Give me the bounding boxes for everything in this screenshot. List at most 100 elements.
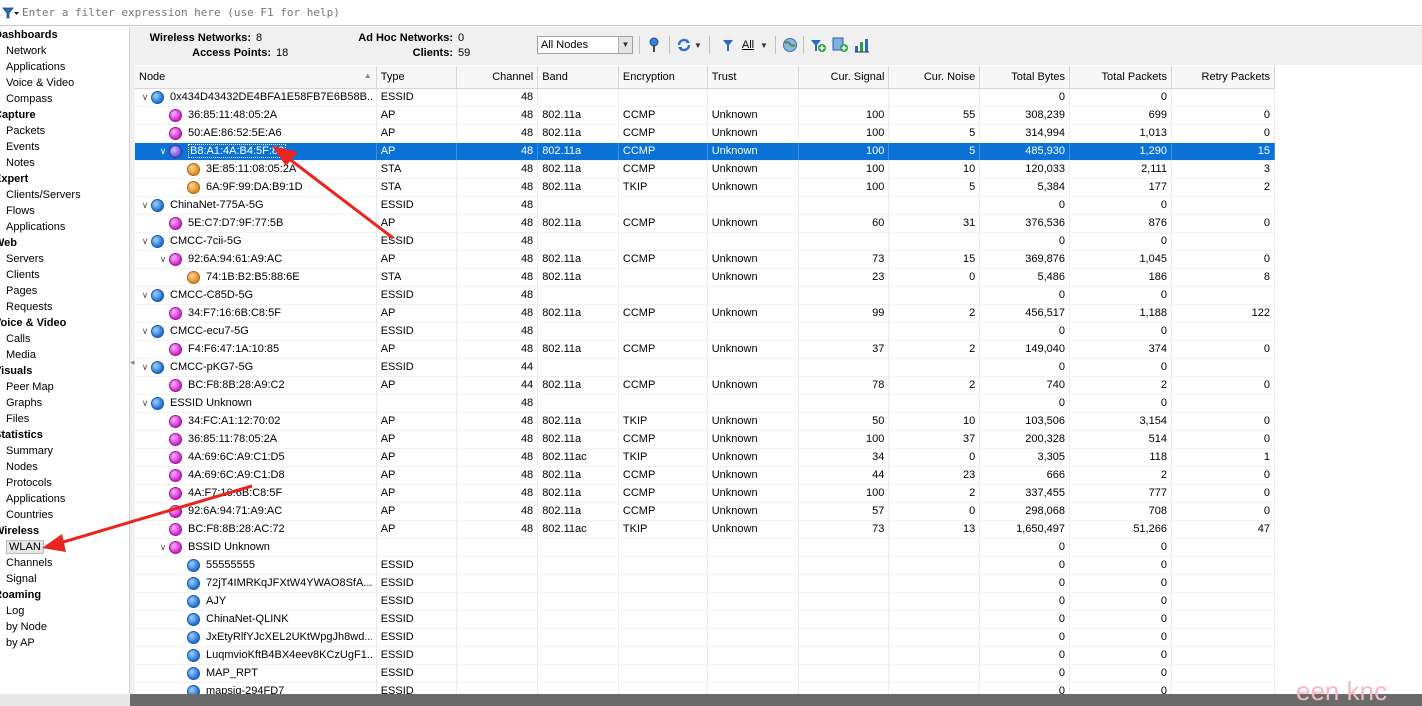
column-header-channel[interactable]: Channel bbox=[456, 66, 539, 89]
table-row[interactable]: 3E:85:11:08:05:2A STA 48 802.11a CCMP Unknown… bbox=[135, 160, 1276, 179]
table-row[interactable]: F4:F6:47:1A:10:85 AP 48 802.11a CCMP Unknown 3… bbox=[135, 340, 1276, 359]
table-row[interactable]: 4A:F7:16:6B:C8:5F AP 48 802.11a CCMP Unknown 1… bbox=[135, 484, 1276, 503]
table-row[interactable]: JxEtyRlfYJcXEL2UKtWpgJh8wd... ESSID 0 0 bbox=[135, 628, 1276, 647]
add-node-icon[interactable] bbox=[831, 35, 849, 55]
column-header-encryption[interactable]: Encryption bbox=[618, 66, 708, 89]
table-row[interactable]: 72jT4IMRKqJFXtW4YWAO8SfA... ESSID 0 0 bbox=[135, 574, 1276, 593]
table-row[interactable]: 4A:69:6C:A9:C1:D5 AP 48 802.11ac TKIP Unknown… bbox=[135, 448, 1276, 467]
column-header-total-bytes[interactable]: Total Bytes bbox=[979, 66, 1071, 89]
column-header-total-packets[interactable]: Total Packets bbox=[1069, 66, 1172, 89]
globe-icon[interactable] bbox=[781, 35, 799, 55]
sidebar-item-wlan[interactable]: WLAN bbox=[0, 539, 129, 555]
sidebar-item-requests[interactable]: Requests bbox=[0, 299, 129, 315]
sidebar-item-voice-video[interactable]: Voice & Video bbox=[0, 75, 129, 91]
table-row[interactable]: ∨ B8:A1:4A:B4:5F:82 AP 48 802.11a CCMP Unknown… bbox=[135, 142, 1276, 161]
sidebar-item-applications[interactable]: Applications bbox=[0, 491, 129, 507]
table-row[interactable]: 5E:C7:D7:9F:77:5B AP 48 802.11a CCMP Unknown 6… bbox=[135, 214, 1276, 233]
sidebar-item-servers[interactable]: Servers bbox=[0, 251, 129, 267]
sidebar-item-notes[interactable]: Notes bbox=[0, 155, 129, 171]
sidebar-section-header[interactable]: Visuals bbox=[0, 363, 129, 379]
chevron-down-icon[interactable]: ∨ bbox=[157, 542, 169, 553]
sidebar-section-header[interactable]: Expert bbox=[0, 171, 129, 187]
sidebar-item-protocols[interactable]: Protocols bbox=[0, 475, 129, 491]
sidebar-item-clients[interactable]: Clients bbox=[0, 267, 129, 283]
chevron-down-icon[interactable]: ▼ bbox=[618, 37, 632, 53]
add-filter-icon[interactable] bbox=[809, 35, 827, 55]
sidebar-item-clients-servers[interactable]: Clients/Servers bbox=[0, 187, 129, 203]
refresh-icon[interactable] bbox=[675, 35, 693, 55]
chevron-down-icon[interactable]: ∨ bbox=[139, 200, 151, 211]
table-row[interactable]: ∨ ESSID Unknown 48 0 0 bbox=[135, 394, 1276, 413]
filter-funnel-icon[interactable] bbox=[0, 1, 22, 25]
sidebar-item-network[interactable]: Network bbox=[0, 43, 129, 59]
table-row[interactable]: 4A:69:6C:A9:C1:D8 AP 48 802.11a CCMP Unknown 4… bbox=[135, 466, 1276, 485]
table-row[interactable]: ∨ BSSID Unknown 0 0 bbox=[135, 538, 1276, 557]
sidebar-item-signal[interactable]: Signal bbox=[0, 571, 129, 587]
sidebar-section-header[interactable]: Statistics bbox=[0, 427, 129, 443]
sidebar-item-graphs[interactable]: Graphs bbox=[0, 395, 129, 411]
node-filter-select[interactable]: All Nodes ▼ bbox=[537, 36, 633, 54]
chevron-down-icon[interactable]: ▼ bbox=[693, 35, 703, 55]
chevron-down-icon[interactable]: ∨ bbox=[139, 362, 151, 373]
sidebar-item-calls[interactable]: Calls bbox=[0, 331, 129, 347]
sidebar-item-compass[interactable]: Compass bbox=[0, 91, 129, 107]
table-row[interactable]: ∨ CMCC-7cii-5G ESSID 48 0 0 bbox=[135, 232, 1276, 251]
table-row[interactable]: 55555555 ESSID 0 0 bbox=[135, 556, 1276, 575]
table-row[interactable]: ∨ 0x434D43432DE4BFA1E58FB7E6B58B... ESSID 4… bbox=[135, 88, 1276, 107]
sidebar-item-by-node[interactable]: by Node bbox=[0, 619, 129, 635]
table-row[interactable]: 36:85:11:78:05:2A AP 48 802.11a CCMP Unknown 1… bbox=[135, 430, 1276, 449]
table-row[interactable]: AJY ESSID 0 0 bbox=[135, 592, 1276, 611]
chevron-down-icon[interactable]: ▼ bbox=[759, 35, 769, 55]
table-row[interactable]: ∨ CMCC-ecu7-5G ESSID 48 0 0 bbox=[135, 322, 1276, 341]
sidebar-section-header[interactable]: Capture bbox=[0, 107, 129, 123]
sidebar-item-channels[interactable]: Channels bbox=[0, 555, 129, 571]
column-header-trust[interactable]: Trust bbox=[707, 66, 799, 89]
chevron-down-icon[interactable]: ∨ bbox=[157, 254, 169, 265]
sidebar-section-header[interactable]: Dashboards bbox=[0, 27, 129, 43]
sidebar-item-by-ap[interactable]: by AP bbox=[0, 635, 129, 651]
chevron-down-icon[interactable]: ∨ bbox=[157, 146, 169, 157]
column-header-cur-noise[interactable]: Cur. Noise bbox=[888, 66, 981, 89]
sidebar-section-header[interactable]: Voice & Video bbox=[0, 315, 129, 331]
filter-all-button[interactable]: All bbox=[736, 35, 760, 55]
table-row[interactable]: mapsig-294FD7 ESSID 0 0 bbox=[135, 682, 1276, 694]
sidebar-item-applications[interactable]: Applications bbox=[0, 59, 129, 75]
table-row[interactable]: 92:6A:94:71:A9:AC AP 48 802.11a CCMP Unknown 5… bbox=[135, 502, 1276, 521]
sidebar-item-pages[interactable]: Pages bbox=[0, 283, 129, 299]
sidebar-item-packets[interactable]: Packets bbox=[0, 123, 129, 139]
column-header-type[interactable]: Type bbox=[376, 66, 458, 89]
chart-icon[interactable] bbox=[853, 35, 871, 55]
sidebar-item-log[interactable]: Log bbox=[0, 603, 129, 619]
table-row[interactable]: LuqmvioKftB4BX4eev8KCzUgF1... ESSID 0 0 bbox=[135, 646, 1276, 665]
table-row[interactable]: 74:1B:B2:B5:88:6E STA 48 802.11a Unknown 23 0 5… bbox=[135, 268, 1276, 287]
filter-expression-input[interactable] bbox=[22, 1, 1412, 24]
column-header-node[interactable]: Node ▲ bbox=[135, 66, 377, 89]
sidebar-item-peer-map[interactable]: Peer Map bbox=[0, 379, 129, 395]
sidebar-section-header[interactable]: Wireless bbox=[0, 523, 129, 539]
sidebar-item-events[interactable]: Events bbox=[0, 139, 129, 155]
chevron-down-icon[interactable]: ∨ bbox=[139, 236, 151, 247]
sidebar-item-nodes[interactable]: Nodes bbox=[0, 459, 129, 475]
table-row[interactable]: BC:F8:8B:28:AC:72 AP 48 802.11ac TKIP Unknown… bbox=[135, 520, 1276, 539]
sidebar-section-header[interactable]: Roaming bbox=[0, 587, 129, 603]
table-row[interactable]: ∨ CMCC-C85D-5G ESSID 48 0 0 bbox=[135, 286, 1276, 305]
probe-icon[interactable] bbox=[645, 35, 663, 55]
table-row[interactable]: 34:FC:A1:12:70:02 AP 48 802.11a TKIP Unknown 5… bbox=[135, 412, 1276, 431]
table-row[interactable]: ∨ CMCC-pKG7-5G ESSID 44 0 0 bbox=[135, 358, 1276, 377]
sidebar-item-countries[interactable]: Countries bbox=[0, 507, 129, 523]
table-row[interactable]: 6A:9F:99:DA:B9:1D STA 48 802.11a TKIP Unknown… bbox=[135, 178, 1276, 197]
table-row[interactable]: BC:F8:8B:28:A9:C2 AP 44 802.11a CCMP Unknown 7… bbox=[135, 376, 1276, 395]
column-header-cur-signal[interactable]: Cur. Signal bbox=[798, 66, 890, 89]
column-header-band[interactable]: Band bbox=[537, 66, 619, 89]
chevron-down-icon[interactable]: ∨ bbox=[139, 326, 151, 337]
chevron-down-icon[interactable]: ∨ bbox=[139, 290, 151, 301]
sidebar-item-flows[interactable]: Flows bbox=[0, 203, 129, 219]
chevron-down-icon[interactable]: ∨ bbox=[139, 92, 151, 103]
column-header-retry-packets[interactable]: Retry Packets bbox=[1171, 66, 1276, 89]
sidebar-section-header[interactable]: Web bbox=[0, 235, 129, 251]
sidebar-item-summary[interactable]: Summary bbox=[0, 443, 129, 459]
table-row[interactable]: 36:85:11:48:05:2A AP 48 802.11a CCMP Unknown 1… bbox=[135, 106, 1276, 125]
table-row[interactable]: ∨ ChinaNet-775A-5G ESSID 48 0 0 bbox=[135, 196, 1276, 215]
table-row[interactable]: ChinaNet-QLINK ESSID 0 0 bbox=[135, 610, 1276, 629]
table-row[interactable]: ∨ 92:6A:94:61:A9:AC AP 48 802.11a CCMP Unknown… bbox=[135, 250, 1276, 269]
